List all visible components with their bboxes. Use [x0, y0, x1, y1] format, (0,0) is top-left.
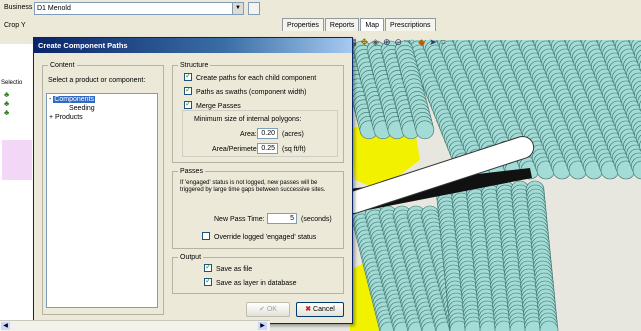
cancel-label: Cancel	[313, 306, 335, 313]
create-paths-label: Create paths for each child component	[196, 75, 317, 82]
business-combo[interactable]: D1 Menold ▼	[34, 2, 244, 15]
area-perimeter-unit: (sq ft/ft)	[282, 146, 306, 153]
tree-item-label: Products	[55, 114, 83, 121]
area-input[interactable]: 0.20	[257, 128, 278, 139]
dialog-title[interactable]: Create Component Paths	[34, 38, 352, 53]
tree-item-label: Components	[53, 96, 95, 103]
area-perimeter-input[interactable]: 0.25	[257, 143, 278, 154]
checkbox-icon[interactable]	[204, 262, 212, 273]
cancel-button[interactable]: ✖ Cancel	[296, 302, 344, 317]
paths-as-swaths-checkbox[interactable]: Paths as swaths (component width)	[184, 85, 307, 97]
zoom-out-icon[interactable]: ⊖	[395, 35, 403, 49]
highlight-area	[2, 140, 32, 180]
save-as-file-checkbox[interactable]: Save as file	[204, 262, 253, 274]
checkbox-icon[interactable]	[184, 99, 192, 110]
output-group-label: Output	[178, 253, 204, 262]
tree-item-components[interactable]: - Components	[49, 95, 95, 104]
area-perimeter-label: Area/Perimeter:	[212, 146, 262, 153]
output-group: Output	[172, 253, 344, 294]
tree-expander[interactable]: -	[49, 96, 51, 103]
checkbox-icon[interactable]	[184, 71, 192, 82]
scroll-left-icon[interactable]: ◀	[1, 322, 10, 330]
tab-strip: Properties Reports Map Prescriptions	[282, 18, 437, 32]
map-toolbar: ▤ ✥ ◈ ⊕ ⊖ ☜ ◆ ➤ ⌗	[348, 35, 446, 49]
tree-icons: ♣ ♣ ♣	[4, 90, 10, 117]
selection-label: Selectio	[1, 80, 23, 86]
check-icon: ✔	[259, 306, 265, 313]
horizontal-scrollbar[interactable]: ◀ ▶	[0, 320, 270, 331]
hand-icon[interactable]: ☜	[406, 35, 414, 49]
tree-item-seeding[interactable]: Seeding	[69, 104, 95, 113]
area-unit: (acres)	[282, 131, 304, 138]
save-as-layer-label: Save as layer in database	[216, 280, 297, 287]
business-browse-button[interactable]	[248, 2, 260, 15]
component-tree[interactable]: - Components Seeding + Products	[46, 93, 158, 308]
checkbox-icon[interactable]	[204, 276, 212, 287]
merge-passes-label: Merge Passes	[196, 103, 241, 110]
tab-map[interactable]: Map	[360, 18, 385, 31]
tree-expander[interactable]: +	[49, 114, 53, 121]
zoom-in-icon[interactable]: ⊕	[383, 35, 391, 49]
tab-reports[interactable]: Reports	[324, 18, 360, 31]
new-pass-time-input[interactable]: 5	[267, 213, 297, 224]
checkbox-icon[interactable]	[184, 85, 192, 96]
content-instruction: Select a product or component:	[48, 77, 146, 84]
new-pass-time-label: New Pass Time:	[214, 216, 265, 223]
tab-properties[interactable]: Properties	[282, 18, 324, 31]
tree-item-products[interactable]: + Products	[49, 113, 83, 122]
passes-group-label: Passes	[178, 167, 205, 176]
close-icon: ✖	[305, 306, 312, 313]
scroll-right-icon[interactable]: ▶	[258, 322, 267, 330]
create-component-paths-dialog: Create Component Paths Content Select a …	[33, 37, 353, 324]
ok-button[interactable]: ✔ OK	[246, 302, 290, 317]
pan-icon[interactable]: ✥	[361, 35, 369, 49]
area-label: Area:	[240, 131, 257, 138]
structure-group-label: Structure	[178, 61, 211, 70]
create-paths-checkbox[interactable]: Create paths for each child component	[184, 71, 317, 83]
business-value: D1 Menold	[37, 5, 71, 12]
tab-prescriptions[interactable]: Prescriptions	[385, 18, 436, 31]
business-label: Business	[4, 4, 33, 11]
override-engaged-checkbox[interactable]: Override logged 'engaged' status	[202, 232, 317, 242]
ok-label: OK	[266, 306, 277, 313]
measure-icon[interactable]: ⌗	[441, 35, 446, 49]
content-group-label: Content	[48, 61, 77, 70]
paths-as-swaths-label: Paths as swaths (component width)	[196, 89, 307, 96]
crop-label: Crop Y	[4, 22, 26, 29]
select-icon[interactable]: ➤	[429, 35, 437, 49]
new-pass-time-unit: (seconds)	[301, 216, 332, 223]
layers-icon[interactable]: ◆	[418, 35, 425, 49]
min-size-label: Minimum size of internal polygons:	[194, 116, 302, 123]
save-as-file-label: Save as file	[216, 266, 253, 273]
swath-point	[415, 120, 435, 140]
save-as-layer-checkbox[interactable]: Save as layer in database	[204, 276, 297, 288]
checkbox-icon[interactable]	[202, 232, 210, 241]
palette-icon[interactable]: ◈	[372, 35, 379, 49]
chevron-down-icon[interactable]: ▼	[232, 3, 243, 14]
override-engaged-label: Override logged 'engaged' status	[214, 234, 317, 241]
passes-description: If 'engaged' status is not logged, new p…	[180, 180, 326, 193]
